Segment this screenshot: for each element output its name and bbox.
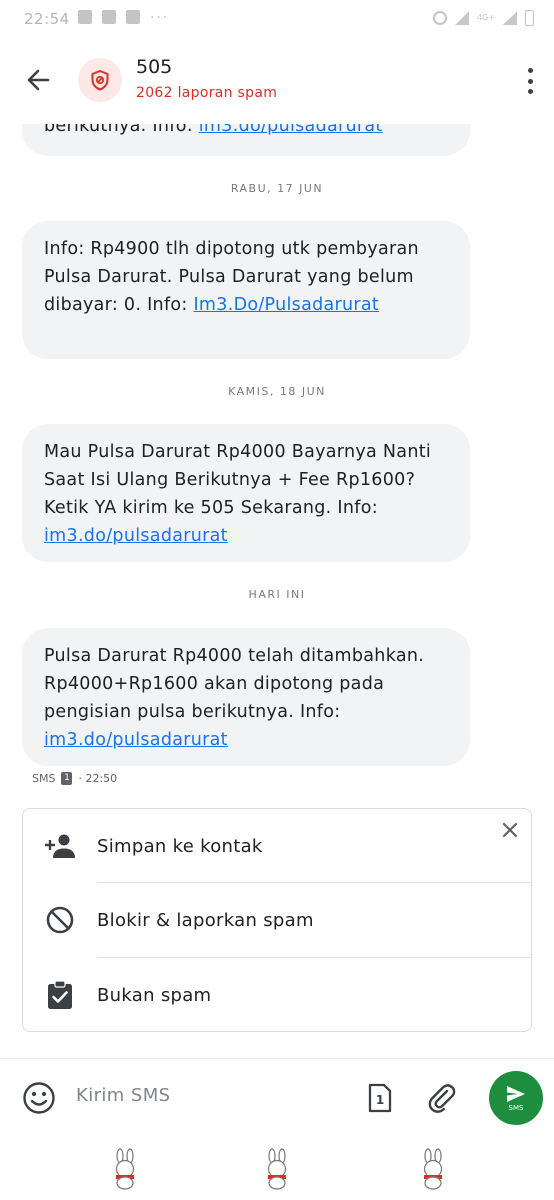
battery-icon (525, 10, 534, 26)
contact-name: 505 (136, 56, 173, 78)
network-type: 4G+ (477, 13, 495, 22)
date-separator: HARI INI (248, 588, 306, 601)
sim-badge-icon: 1 (61, 772, 73, 785)
spam-action-card: Simpan ke kontak Blokir & laporkan spam … (22, 808, 532, 1032)
message-link[interactable]: Im3.Do/Pulsadarurat (193, 295, 379, 315)
emoji-icon (23, 1082, 55, 1114)
message-time: · 22:50 (78, 772, 118, 785)
status-bar: 22:54 ··· 4G+ (0, 0, 554, 40)
more-vert-icon (527, 68, 533, 73)
message-type: SMS (32, 772, 56, 785)
compose-divider (0, 1058, 554, 1059)
back-button[interactable] (22, 60, 54, 100)
more-notifications-icon: ··· (150, 10, 170, 26)
system-icons: 4G+ (433, 10, 534, 26)
nav-back-mascot-icon[interactable] (110, 1148, 140, 1190)
spam-report-count: 2062 laporan spam (136, 85, 278, 101)
block-icon (43, 903, 77, 937)
sim-card-icon: 1 (368, 1083, 392, 1113)
action-label: Bukan spam (97, 984, 212, 1006)
video-notification-icon (78, 10, 92, 24)
signal-icon (455, 11, 469, 25)
date-separator: RABU, 17 JUN (230, 182, 324, 195)
action-label: Blokir & laporkan spam (97, 909, 314, 931)
nav-home-mascot-icon[interactable] (262, 1148, 292, 1190)
clipboard-check-icon (43, 978, 77, 1012)
message-text: Pulsa Darurat Rp4000 telah ditambahkan. … (44, 646, 425, 722)
not-spam-action[interactable]: Bukan spam (23, 958, 531, 1032)
send-button[interactable]: SMS (489, 1071, 543, 1125)
message-text: Mau Pulsa Darurat Rp4000 Bayarnya Nanti … (44, 442, 432, 518)
notification-icons: ··· (78, 10, 169, 26)
date-separator: KAMIS, 18 JUN (228, 385, 326, 398)
save-contact-action[interactable]: Simpan ke kontak (23, 809, 531, 883)
clapper-notification-icon (102, 10, 116, 24)
message-input[interactable]: Kirim SMS (76, 1085, 170, 1106)
alarm-icon (433, 11, 447, 25)
arrow-back-icon (27, 69, 50, 91)
attach-button[interactable] (426, 1082, 458, 1114)
conversation-header: 505 2062 laporan spam (0, 40, 554, 124)
message-link[interactable]: im3.do/pulsadarurat (44, 730, 228, 750)
send-icon (507, 1085, 525, 1102)
nav-recents-mascot-icon[interactable] (418, 1148, 448, 1190)
person-add-icon (43, 829, 77, 863)
signal-2-icon (503, 11, 517, 25)
photo-notification-icon (126, 10, 140, 24)
message-bubble[interactable]: Info: Rp4900 tlh dipotong utk pembyaran … (22, 221, 470, 359)
send-label: SMS (508, 1103, 524, 1112)
status-time: 22:54 (24, 10, 70, 28)
more-options-button[interactable] (524, 66, 536, 96)
sim-select-button[interactable]: 1 (367, 1083, 393, 1113)
sim-number: 1 (376, 1093, 384, 1107)
block-report-action[interactable]: Blokir & laporkan spam (23, 883, 531, 957)
message-link[interactable]: im3.do/pulsadarurat (44, 526, 228, 546)
shield-alert-icon (91, 69, 109, 91)
emoji-button[interactable] (22, 1081, 56, 1115)
message-meta: SMS 1 · 22:50 (32, 772, 117, 785)
message-bubble[interactable]: Pulsa Darurat Rp4000 telah ditambahkan. … (22, 628, 470, 766)
action-label: Simpan ke kontak (97, 835, 263, 857)
contact-avatar[interactable] (78, 58, 122, 102)
paperclip-icon (428, 1084, 456, 1113)
message-bubble[interactable]: Mau Pulsa Darurat Rp4000 Bayarnya Nanti … (22, 424, 470, 562)
